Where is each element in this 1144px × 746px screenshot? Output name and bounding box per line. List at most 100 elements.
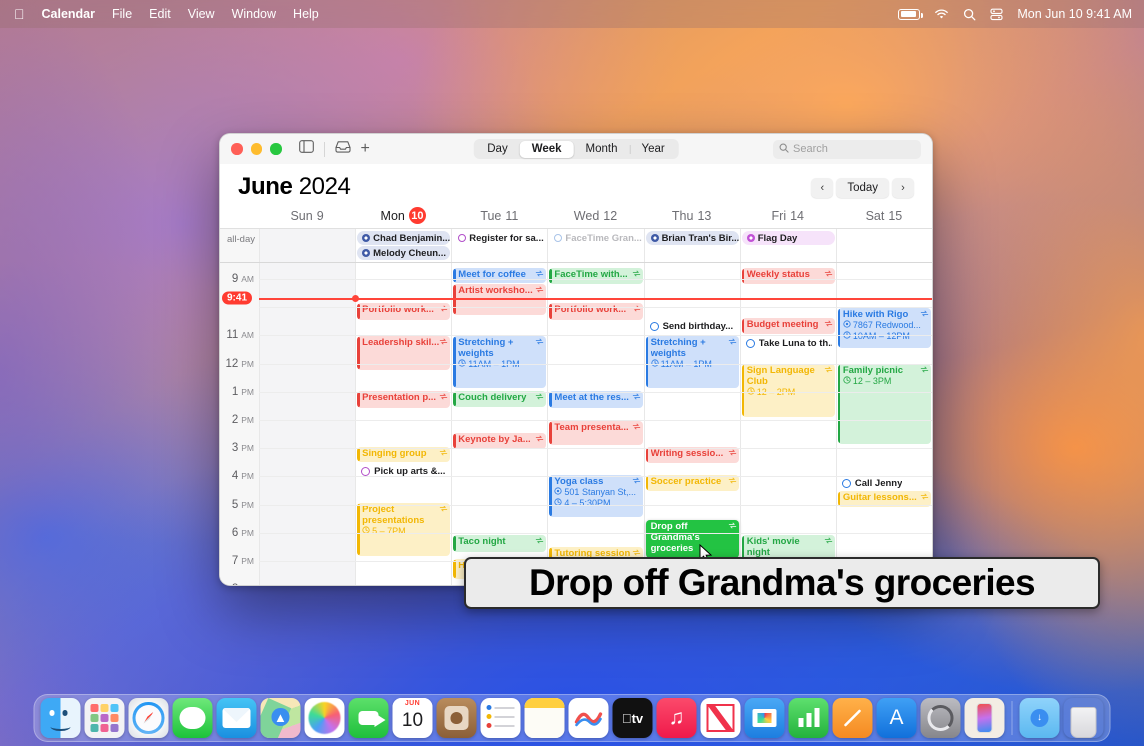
all-day-event[interactable]: Flag Day (742, 231, 835, 245)
dock-item-settings[interactable] (921, 698, 961, 738)
calendar-sidebar-icon[interactable] (299, 140, 314, 158)
menu-item-help[interactable]: Help (293, 7, 319, 21)
close-button[interactable] (231, 143, 243, 155)
dock-item-app-store[interactable]: A (877, 698, 917, 738)
calendar-event[interactable]: Portfolio work... (549, 303, 642, 320)
day-header-mon[interactable]: Mon10 (355, 207, 451, 228)
dock-item-apple-tv[interactable]: tv (613, 698, 653, 738)
calendar-event[interactable]: Keynote by Ja... (453, 433, 546, 449)
view-switcher[interactable]: Day Week Month Year (474, 139, 679, 159)
calendar-event[interactable]: Portfolio work... (357, 303, 450, 320)
search-field[interactable] (773, 140, 921, 159)
add-event-icon[interactable]: + (361, 141, 370, 157)
tab-day[interactable]: Day (475, 141, 519, 158)
dock-item-freeform[interactable] (569, 698, 609, 738)
menu-item-file[interactable]: File (112, 7, 132, 21)
search-icon[interactable] (963, 8, 976, 21)
next-week-button[interactable]: › (892, 178, 914, 198)
day-column-5[interactable]: Weekly status Budget meetingTake Luna to … (740, 263, 836, 586)
day-header-sat[interactable]: Sat15 (836, 207, 932, 228)
control-center-icon[interactable] (990, 8, 1003, 21)
calendar-event[interactable]: Project presentations5 – 7PM (357, 503, 450, 556)
dock-item-numbers[interactable] (789, 698, 829, 738)
day-column-3[interactable]: FaceTime with... Portfolio work... Meet at… (547, 263, 643, 586)
search-input[interactable] (793, 143, 915, 155)
prev-week-button[interactable]: ‹ (811, 178, 833, 198)
calendar-event[interactable]: Yoga class501 Stanyan St,...4 – 5:30PM (549, 475, 642, 517)
day-header-fri[interactable]: Fri14 (740, 207, 836, 228)
all-day-event[interactable]: Chad Benjamin... (357, 231, 450, 245)
calendar-event[interactable]: Singing group (357, 447, 450, 462)
calendar-event[interactable]: Taco night (453, 535, 546, 552)
all-day-event[interactable]: Melody Cheun... (357, 246, 450, 260)
menubar-clock[interactable]: Mon Jun 10 9:41 AM (1017, 7, 1132, 21)
calendar-event[interactable]: Sign Language Club12 – 2PM (742, 364, 835, 417)
task-item[interactable]: Send birthday... (646, 318, 739, 334)
dock-item-music[interactable]: ♫ (657, 698, 697, 738)
day-column-6[interactable]: Hike with Rigo7867 Redwood...10AM – 12PM… (836, 263, 932, 586)
dock-item-mail[interactable] (217, 698, 257, 738)
calendar-event[interactable]: Presentation p... (357, 391, 450, 408)
task-checkbox-icon[interactable] (842, 479, 851, 488)
calendar-event[interactable]: Writing sessio... (646, 447, 739, 463)
task-checkbox-icon[interactable] (650, 322, 659, 331)
dock-item-keynote[interactable] (745, 698, 785, 738)
tab-year[interactable]: Year (630, 141, 677, 158)
dock-item-iphone-mirroring[interactable] (965, 698, 1005, 738)
dock-item-news[interactable] (701, 698, 741, 738)
menu-item-edit[interactable]: Edit (149, 7, 171, 21)
day-header-tue[interactable]: Tue11 (451, 207, 547, 228)
today-button[interactable]: Today (836, 178, 889, 198)
calendar-event[interactable]: Stretching + weights11AM – 1PM (453, 336, 546, 388)
dock-item-finder[interactable] (41, 698, 81, 738)
task-item[interactable]: Call Jenny (838, 475, 931, 491)
all-day-event[interactable]: Register for sa... (453, 231, 546, 245)
calendar-event[interactable]: Soccer practice (646, 475, 739, 491)
all-day-column-5[interactable]: Flag Day (740, 229, 836, 262)
task-checkbox-icon[interactable] (361, 467, 370, 476)
dock-item-pages[interactable] (833, 698, 873, 738)
wifi-icon[interactable] (934, 9, 949, 20)
dock-item-notes[interactable] (525, 698, 565, 738)
calendar-event[interactable]: Weekly status (742, 268, 835, 284)
tab-week[interactable]: Week (520, 141, 574, 158)
event-selected[interactable]: Drop off Grandma's groceries (646, 520, 739, 558)
all-day-column-4[interactable]: Brian Tran's Bir... (644, 229, 740, 262)
day-column-0[interactable] (259, 263, 355, 586)
dock-item-contacts[interactable] (437, 698, 477, 738)
calendar-event[interactable]: Couch delivery (453, 391, 546, 407)
day-column-1[interactable]: Portfolio work... Leadership skil... Prese… (355, 263, 451, 586)
all-day-column-3[interactable]: FaceTime Gran... (547, 229, 643, 262)
calendar-event[interactable]: Leadership skil... (357, 336, 450, 370)
dock-item-photos[interactable] (305, 698, 345, 738)
menu-item-calendar[interactable]: Calendar (42, 7, 96, 21)
tab-month[interactable]: Month (574, 141, 630, 158)
day-column-4[interactable]: Send birthday... Stretching + weights11AM… (644, 263, 740, 586)
calendar-event[interactable]: Meet for coffee (453, 268, 546, 283)
dock-item-launchpad[interactable] (85, 698, 125, 738)
dock-item-messages[interactable] (173, 698, 213, 738)
apple-logo-icon[interactable]:  (14, 7, 25, 21)
zoom-button[interactable] (270, 143, 282, 155)
calendar-event[interactable]: Family picnic12 – 3PM (838, 364, 931, 444)
task-item[interactable]: Take Luna to th... (742, 335, 835, 351)
menu-item-window[interactable]: Window (232, 7, 276, 21)
calendar-event[interactable]: Hike with Rigo7867 Redwood...10AM – 12PM (838, 308, 931, 348)
calendar-event[interactable]: FaceTime with... (549, 268, 642, 284)
all-day-column-0[interactable] (259, 229, 355, 262)
calendar-event[interactable]: Team presenta... (549, 421, 642, 445)
calendar-event[interactable]: Meet at the res... (549, 391, 642, 408)
all-day-event[interactable]: Brian Tran's Bir... (646, 231, 739, 245)
task-checkbox-icon[interactable] (746, 339, 755, 348)
menu-item-view[interactable]: View (188, 7, 215, 21)
dock-item-maps[interactable]: ▲ (261, 698, 301, 738)
calendar-event[interactable]: Budget meeting (742, 318, 835, 334)
dock-item-calendar[interactable]: JUN10 (393, 698, 433, 738)
dock-item-facetime[interactable] (349, 698, 389, 738)
dock-item-trash[interactable] (1064, 698, 1104, 738)
inbox-icon[interactable] (335, 140, 351, 158)
dock-item-reminders[interactable] (481, 698, 521, 738)
dock-item-downloads-folder[interactable]: ↓ (1020, 698, 1060, 738)
day-column-2[interactable]: Meet for coffeeArtist worksho...Stretchi… (451, 263, 547, 586)
calendar-event[interactable]: Stretching + weights11AM – 1PM (646, 336, 739, 388)
